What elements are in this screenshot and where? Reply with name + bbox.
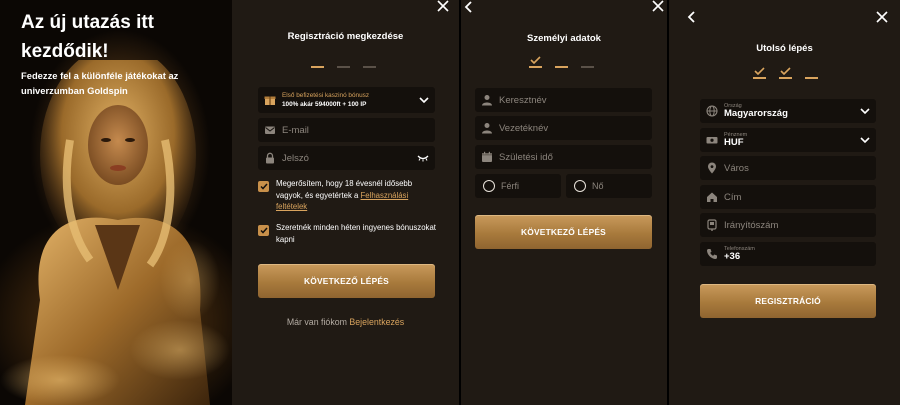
last-name-placeholder: Vezetéknév — [499, 122, 549, 134]
next-step-button[interactable]: KÖVETKEZŐ LÉPÉS — [258, 264, 435, 298]
mail-icon — [264, 124, 276, 136]
step-1-panel: Regisztráció megkezdése Első befizetési … — [232, 0, 459, 405]
login-prompt: Már van fiókom Bejelentkezés — [232, 317, 459, 327]
back-arrow-icon[interactable] — [462, 0, 476, 16]
phone-icon — [706, 248, 718, 260]
radio-circle — [483, 180, 495, 192]
register-button[interactable]: REGISZTRÁCIÓ — [700, 284, 876, 318]
age-consent-text: Megerősítem, hogy 18 évesnél idősebb vag… — [276, 178, 438, 213]
banknote-icon — [706, 134, 718, 146]
chevron-down-icon — [419, 96, 429, 104]
step-2-panel: Személyi adatok Keresztnév Vezetéknév Sz… — [461, 0, 667, 405]
promo-hero: Az új utazás itt kezdődik! Fedezze fel a… — [0, 0, 232, 405]
progress-step-2 — [337, 56, 350, 68]
city-placeholder: Város — [724, 162, 749, 174]
step-progress — [529, 56, 594, 68]
step-title: Regisztráció megkezdése — [287, 31, 404, 42]
currency-value: HUF — [724, 136, 744, 148]
password-field[interactable]: Jelszó — [258, 146, 435, 170]
progress-step-1 — [311, 56, 324, 68]
golden-woman-illustration — [0, 60, 230, 405]
step-progress — [311, 56, 376, 68]
next-step-button[interactable]: KÖVETKEZŐ LÉPÉS — [475, 215, 652, 249]
step-progress — [753, 67, 818, 79]
lock-icon — [264, 152, 276, 164]
gender-male-label: Férfi — [501, 181, 519, 191]
phone-prefix: +36 — [724, 250, 741, 262]
first-name-field[interactable]: Keresztnév — [475, 88, 652, 112]
age-consent-row: Megerősítem, hogy 18 évesnél idősebb vag… — [258, 178, 438, 213]
user-icon — [481, 122, 493, 134]
login-prompt-text: Már van fiókom — [286, 317, 347, 327]
globe-icon — [706, 105, 718, 117]
close-icon[interactable] — [874, 11, 890, 27]
progress-step-1-done — [753, 67, 766, 79]
phone-field[interactable]: Telefonszám +36 — [700, 242, 876, 266]
hero-subtitle: Fedezze fel a különféle játékokat az uni… — [21, 70, 179, 96]
user-icon — [481, 94, 493, 106]
progress-step-1-done — [529, 56, 542, 68]
last-name-field[interactable]: Vezetéknév — [475, 116, 652, 140]
progress-step-3 — [363, 56, 376, 68]
birthdate-field[interactable]: Születési idő — [475, 145, 652, 169]
login-link[interactable]: Bejelentkezés — [349, 317, 404, 327]
address-field[interactable]: Cím — [700, 185, 876, 209]
eye-hidden-icon[interactable] — [417, 154, 429, 162]
zip-field[interactable]: Irányítószám — [700, 213, 876, 237]
gender-female-radio[interactable]: Nő — [566, 174, 652, 198]
step-title: Utolsó lépés — [756, 43, 813, 54]
city-field[interactable]: Város — [700, 156, 876, 180]
gift-icon — [264, 94, 276, 106]
back-arrow-icon[interactable] — [685, 10, 699, 26]
bonus-select[interactable]: Első befizetési kaszinó bónusz 100% akár… — [258, 87, 435, 113]
password-placeholder: Jelszó — [282, 152, 309, 164]
gender-female-label: Nő — [592, 181, 604, 191]
email-placeholder: E-mail — [282, 124, 309, 136]
currency-select[interactable]: Pénznem HUF — [700, 128, 876, 152]
radio-circle — [574, 180, 586, 192]
step-title: Személyi adatok — [527, 33, 601, 44]
close-icon[interactable] — [650, 0, 666, 16]
mailbox-icon — [706, 219, 718, 231]
progress-step-3 — [581, 56, 594, 68]
progress-step-2-done — [779, 67, 792, 79]
email-field[interactable]: E-mail — [258, 118, 435, 142]
chevron-down-icon — [860, 107, 870, 115]
hero-title: Az új utazás itt kezdődik! — [21, 12, 155, 62]
birthdate-placeholder: Születési idő — [499, 151, 553, 163]
chevron-down-icon — [860, 136, 870, 144]
step-3-panel: Utolsó lépés Ország Magyarország Pénznem — [669, 0, 900, 405]
bonus-consent-text: Szeretnék minden héten ingyenes bónuszok… — [276, 223, 436, 244]
zip-placeholder: Irányítószám — [724, 219, 779, 231]
bonus-consent-row: Szeretnék minden héten ingyenes bónuszok… — [258, 222, 438, 245]
first-name-placeholder: Keresztnév — [499, 94, 547, 106]
country-value: Magyarország — [724, 107, 788, 119]
close-icon[interactable] — [435, 0, 451, 16]
address-placeholder: Cím — [724, 191, 742, 203]
age-consent-checkbox[interactable] — [258, 181, 269, 192]
gender-male-radio[interactable]: Férfi — [475, 174, 561, 198]
progress-step-2 — [555, 56, 568, 68]
home-icon — [706, 191, 718, 203]
map-pin-icon — [706, 162, 718, 174]
progress-step-3 — [805, 67, 818, 79]
bonus-value: 100% akár 594000ft + 100 IP — [282, 100, 367, 108]
bonus-label: Első befizetési kaszinó bónusz — [282, 92, 370, 100]
calendar-icon — [481, 151, 493, 163]
country-select[interactable]: Ország Magyarország — [700, 99, 876, 123]
bonus-consent-checkbox[interactable] — [258, 225, 269, 236]
